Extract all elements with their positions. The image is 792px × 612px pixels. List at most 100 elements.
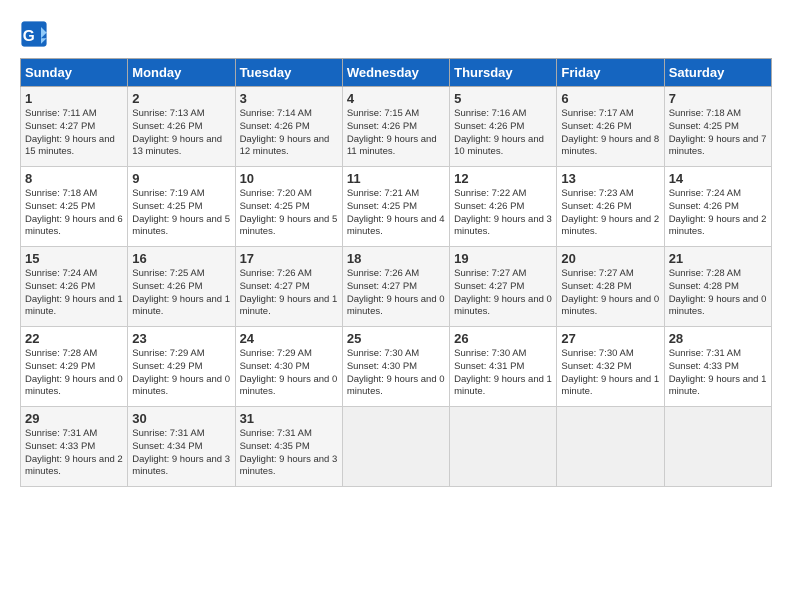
day-detail: Sunrise: 7:26 AM Sunset: 4:27 PM Dayligh… — [240, 268, 338, 319]
weekday-header-thursday: Thursday — [450, 59, 557, 87]
svg-text:G: G — [23, 28, 35, 45]
day-detail: Sunrise: 7:21 AM Sunset: 4:25 PM Dayligh… — [347, 188, 445, 239]
day-number: 30 — [132, 411, 230, 426]
day-number: 5 — [454, 91, 552, 106]
day-number: 9 — [132, 171, 230, 186]
calendar-cell: 1 Sunrise: 7:11 AM Sunset: 4:27 PM Dayli… — [21, 87, 128, 167]
calendar-cell: 12 Sunrise: 7:22 AM Sunset: 4:26 PM Dayl… — [450, 167, 557, 247]
day-detail: Sunrise: 7:23 AM Sunset: 4:26 PM Dayligh… — [561, 188, 659, 239]
weekday-header-friday: Friday — [557, 59, 664, 87]
day-detail: Sunrise: 7:27 AM Sunset: 4:27 PM Dayligh… — [454, 268, 552, 319]
calendar-cell: 18 Sunrise: 7:26 AM Sunset: 4:27 PM Dayl… — [342, 247, 449, 327]
calendar-cell: 9 Sunrise: 7:19 AM Sunset: 4:25 PM Dayli… — [128, 167, 235, 247]
calendar-cell: 29 Sunrise: 7:31 AM Sunset: 4:33 PM Dayl… — [21, 407, 128, 487]
day-detail: Sunrise: 7:18 AM Sunset: 4:25 PM Dayligh… — [25, 188, 123, 239]
day-number: 2 — [132, 91, 230, 106]
calendar-cell: 4 Sunrise: 7:15 AM Sunset: 4:26 PM Dayli… — [342, 87, 449, 167]
calendar-cell: 7 Sunrise: 7:18 AM Sunset: 4:25 PM Dayli… — [664, 87, 771, 167]
day-number: 17 — [240, 251, 338, 266]
calendar-table: SundayMondayTuesdayWednesdayThursdayFrid… — [20, 58, 772, 487]
calendar-cell: 13 Sunrise: 7:23 AM Sunset: 4:26 PM Dayl… — [557, 167, 664, 247]
calendar-cell: 3 Sunrise: 7:14 AM Sunset: 4:26 PM Dayli… — [235, 87, 342, 167]
day-detail: Sunrise: 7:25 AM Sunset: 4:26 PM Dayligh… — [132, 268, 230, 319]
calendar-cell: 10 Sunrise: 7:20 AM Sunset: 4:25 PM Dayl… — [235, 167, 342, 247]
calendar-cell — [342, 407, 449, 487]
day-detail: Sunrise: 7:28 AM Sunset: 4:28 PM Dayligh… — [669, 268, 767, 319]
day-detail: Sunrise: 7:28 AM Sunset: 4:29 PM Dayligh… — [25, 348, 123, 399]
calendar-cell: 31 Sunrise: 7:31 AM Sunset: 4:35 PM Dayl… — [235, 407, 342, 487]
day-number: 29 — [25, 411, 123, 426]
day-number: 13 — [561, 171, 659, 186]
day-number: 25 — [347, 331, 445, 346]
day-detail: Sunrise: 7:14 AM Sunset: 4:26 PM Dayligh… — [240, 108, 338, 159]
logo-icon: G — [20, 20, 48, 48]
calendar-cell: 25 Sunrise: 7:30 AM Sunset: 4:30 PM Dayl… — [342, 327, 449, 407]
day-detail: Sunrise: 7:13 AM Sunset: 4:26 PM Dayligh… — [132, 108, 230, 159]
day-number: 3 — [240, 91, 338, 106]
day-number: 21 — [669, 251, 767, 266]
weekday-header-wednesday: Wednesday — [342, 59, 449, 87]
calendar-cell: 24 Sunrise: 7:29 AM Sunset: 4:30 PM Dayl… — [235, 327, 342, 407]
calendar-cell: 15 Sunrise: 7:24 AM Sunset: 4:26 PM Dayl… — [21, 247, 128, 327]
day-detail: Sunrise: 7:22 AM Sunset: 4:26 PM Dayligh… — [454, 188, 552, 239]
calendar-cell: 20 Sunrise: 7:27 AM Sunset: 4:28 PM Dayl… — [557, 247, 664, 327]
day-detail: Sunrise: 7:27 AM Sunset: 4:28 PM Dayligh… — [561, 268, 659, 319]
day-number: 27 — [561, 331, 659, 346]
day-detail: Sunrise: 7:24 AM Sunset: 4:26 PM Dayligh… — [669, 188, 767, 239]
day-number: 4 — [347, 91, 445, 106]
calendar-cell: 6 Sunrise: 7:17 AM Sunset: 4:26 PM Dayli… — [557, 87, 664, 167]
day-number: 8 — [25, 171, 123, 186]
calendar-cell: 23 Sunrise: 7:29 AM Sunset: 4:29 PM Dayl… — [128, 327, 235, 407]
day-number: 11 — [347, 171, 445, 186]
day-number: 7 — [669, 91, 767, 106]
day-number: 18 — [347, 251, 445, 266]
day-number: 14 — [669, 171, 767, 186]
weekday-header-monday: Monday — [128, 59, 235, 87]
calendar-cell — [557, 407, 664, 487]
day-number: 6 — [561, 91, 659, 106]
calendar-cell — [450, 407, 557, 487]
day-number: 15 — [25, 251, 123, 266]
day-number: 28 — [669, 331, 767, 346]
calendar-cell: 19 Sunrise: 7:27 AM Sunset: 4:27 PM Dayl… — [450, 247, 557, 327]
day-number: 22 — [25, 331, 123, 346]
day-detail: Sunrise: 7:16 AM Sunset: 4:26 PM Dayligh… — [454, 108, 552, 159]
day-number: 23 — [132, 331, 230, 346]
calendar-cell: 26 Sunrise: 7:30 AM Sunset: 4:31 PM Dayl… — [450, 327, 557, 407]
calendar-cell: 5 Sunrise: 7:16 AM Sunset: 4:26 PM Dayli… — [450, 87, 557, 167]
day-detail: Sunrise: 7:31 AM Sunset: 4:33 PM Dayligh… — [25, 428, 123, 479]
day-number: 16 — [132, 251, 230, 266]
day-number: 26 — [454, 331, 552, 346]
day-detail: Sunrise: 7:30 AM Sunset: 4:32 PM Dayligh… — [561, 348, 659, 399]
calendar-cell: 27 Sunrise: 7:30 AM Sunset: 4:32 PM Dayl… — [557, 327, 664, 407]
weekday-header-tuesday: Tuesday — [235, 59, 342, 87]
day-detail: Sunrise: 7:15 AM Sunset: 4:26 PM Dayligh… — [347, 108, 445, 159]
day-number: 1 — [25, 91, 123, 106]
calendar-cell: 28 Sunrise: 7:31 AM Sunset: 4:33 PM Dayl… — [664, 327, 771, 407]
calendar-cell: 14 Sunrise: 7:24 AM Sunset: 4:26 PM Dayl… — [664, 167, 771, 247]
day-detail: Sunrise: 7:19 AM Sunset: 4:25 PM Dayligh… — [132, 188, 230, 239]
weekday-header-sunday: Sunday — [21, 59, 128, 87]
day-detail: Sunrise: 7:31 AM Sunset: 4:34 PM Dayligh… — [132, 428, 230, 479]
page-header: G — [20, 20, 772, 48]
day-detail: Sunrise: 7:30 AM Sunset: 4:31 PM Dayligh… — [454, 348, 552, 399]
day-detail: Sunrise: 7:31 AM Sunset: 4:33 PM Dayligh… — [669, 348, 767, 399]
day-detail: Sunrise: 7:11 AM Sunset: 4:27 PM Dayligh… — [25, 108, 123, 159]
calendar-cell — [664, 407, 771, 487]
day-detail: Sunrise: 7:24 AM Sunset: 4:26 PM Dayligh… — [25, 268, 123, 319]
day-number: 10 — [240, 171, 338, 186]
weekday-header-saturday: Saturday — [664, 59, 771, 87]
day-detail: Sunrise: 7:30 AM Sunset: 4:30 PM Dayligh… — [347, 348, 445, 399]
logo: G — [20, 20, 50, 48]
calendar-cell: 2 Sunrise: 7:13 AM Sunset: 4:26 PM Dayli… — [128, 87, 235, 167]
calendar-cell: 30 Sunrise: 7:31 AM Sunset: 4:34 PM Dayl… — [128, 407, 235, 487]
day-detail: Sunrise: 7:29 AM Sunset: 4:30 PM Dayligh… — [240, 348, 338, 399]
calendar-cell: 17 Sunrise: 7:26 AM Sunset: 4:27 PM Dayl… — [235, 247, 342, 327]
calendar-cell: 22 Sunrise: 7:28 AM Sunset: 4:29 PM Dayl… — [21, 327, 128, 407]
day-detail: Sunrise: 7:31 AM Sunset: 4:35 PM Dayligh… — [240, 428, 338, 479]
day-number: 12 — [454, 171, 552, 186]
day-detail: Sunrise: 7:26 AM Sunset: 4:27 PM Dayligh… — [347, 268, 445, 319]
day-number: 31 — [240, 411, 338, 426]
day-detail: Sunrise: 7:18 AM Sunset: 4:25 PM Dayligh… — [669, 108, 767, 159]
day-number: 20 — [561, 251, 659, 266]
